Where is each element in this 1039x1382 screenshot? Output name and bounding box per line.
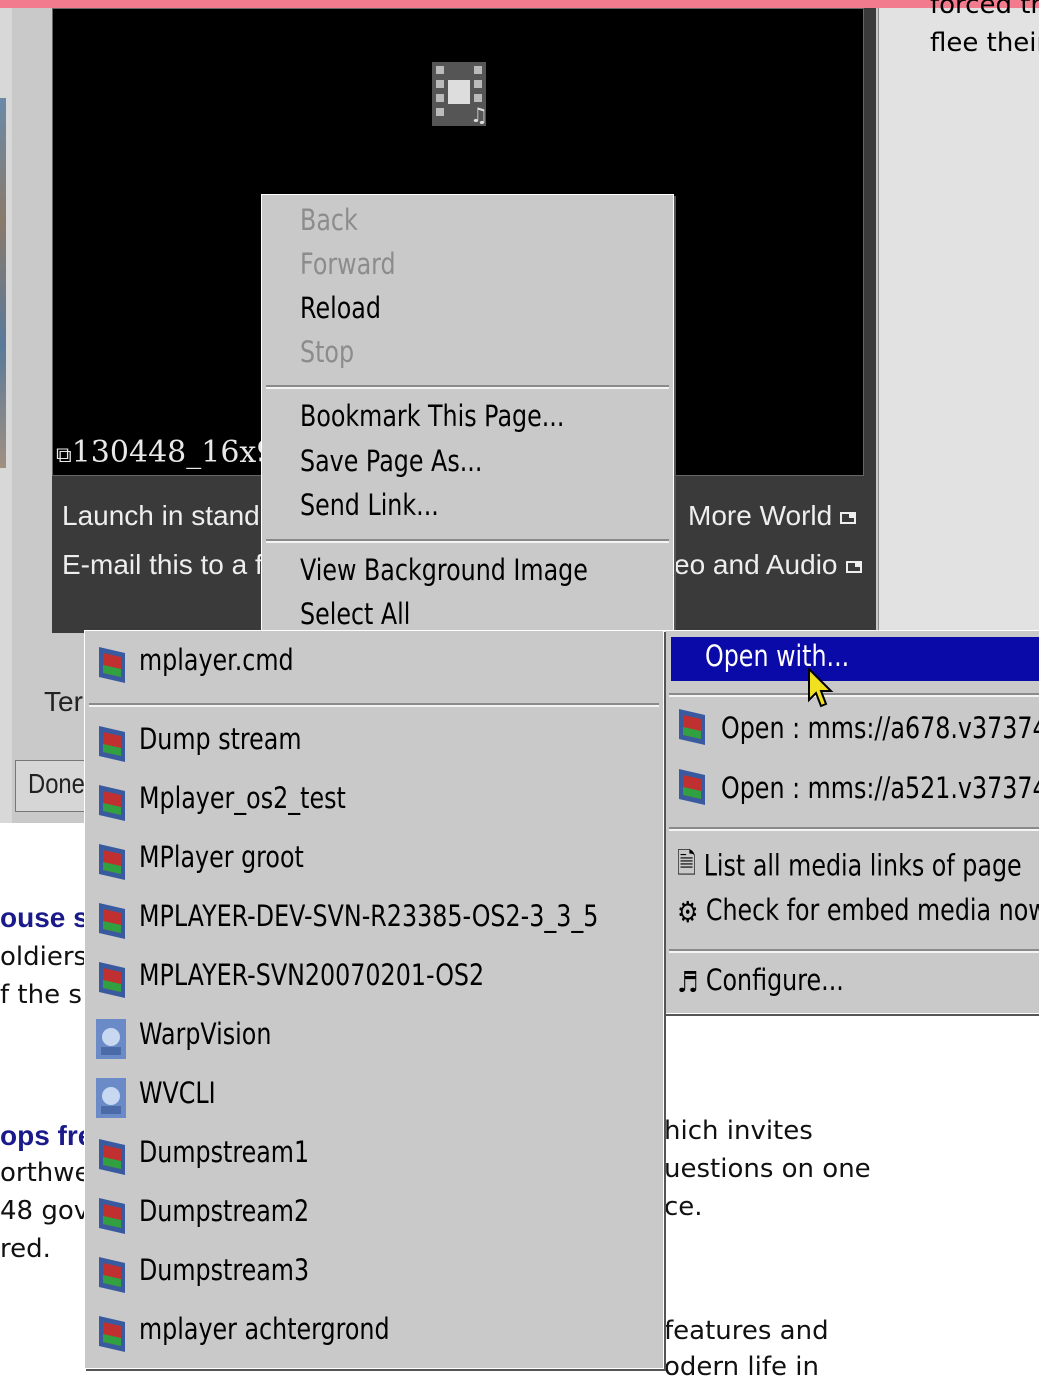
body-text-r2: uestions on one xyxy=(664,1154,871,1184)
email-link[interactable]: E-mail this to a f xyxy=(62,549,263,581)
body-text-r5: odern life in xyxy=(664,1352,819,1382)
body-text-r3: ce. xyxy=(664,1192,703,1222)
body-text-2c: red. xyxy=(0,1234,51,1264)
headline-1[interactable]: ouse s xyxy=(0,902,89,934)
configure-icon: ♬ xyxy=(677,965,699,999)
body-text-r4: features and xyxy=(664,1316,829,1346)
ter-text: Ter xyxy=(44,686,83,717)
menu-open-stream-2[interactable]: Open : mms://a521.v37374 xyxy=(721,771,1039,805)
mplayer-icon xyxy=(99,844,125,880)
menu-forward[interactable]: Forward xyxy=(300,247,606,281)
body-text-r1: hich invites xyxy=(664,1116,813,1146)
right-text-line1: forced th xyxy=(930,0,1039,20)
right-text-line2: flee their xyxy=(930,28,1039,58)
more-world-link[interactable]: More World xyxy=(688,500,857,532)
external-window-icon xyxy=(845,560,862,573)
menu-save-page[interactable]: Save Page As... xyxy=(300,444,606,478)
mplayer-icon xyxy=(99,1139,125,1175)
menu-separator xyxy=(669,827,1039,831)
app-menu-item[interactable]: mplayer achtergrond xyxy=(139,1312,569,1346)
mouse-cursor-icon xyxy=(808,668,834,708)
menu-reload[interactable]: Reload xyxy=(300,291,606,325)
headline-2[interactable]: ops fre xyxy=(0,1120,93,1152)
mplayer-icon xyxy=(99,1198,125,1234)
right-column-background xyxy=(878,8,1039,633)
app-menu-item[interactable]: WVCLI xyxy=(139,1076,569,1110)
menu-open-with[interactable]: Open with... xyxy=(705,639,982,673)
warpvision-icon xyxy=(96,1019,126,1059)
menu-select-all[interactable]: Select All xyxy=(300,597,606,631)
app-menu-item[interactable]: Dump stream xyxy=(139,722,569,756)
mplayer-icon xyxy=(99,1257,125,1293)
mplayer-icon xyxy=(99,726,125,762)
left-strip xyxy=(0,8,12,823)
menu-stop[interactable]: Stop xyxy=(300,335,606,369)
menu-bookmark[interactable]: Bookmark This Page... xyxy=(300,399,606,433)
status-done-text: Done xyxy=(28,768,85,799)
menu-separator xyxy=(669,949,1039,953)
top-accent-bar xyxy=(0,0,1039,8)
external-window-icon xyxy=(840,511,857,524)
mplayer-icon xyxy=(99,962,125,998)
window-link-icon: ⧉ xyxy=(56,443,72,468)
mplayer-icon xyxy=(99,1316,125,1352)
menu-view-background[interactable]: View Background Image xyxy=(300,553,606,587)
app-menu-item[interactable]: Dumpstream1 xyxy=(139,1135,569,1169)
context-menu: Back Forward Reload Stop Bookmark This P… xyxy=(261,194,674,644)
menu-list-links[interactable]: 🗎 List all media links of page xyxy=(677,843,1022,892)
mplayer-icon xyxy=(679,769,705,805)
video-caption: ⧉130448_16x9 xyxy=(56,435,276,470)
app-menu-item[interactable]: Dumpstream3 xyxy=(139,1253,569,1287)
menu-send-link[interactable]: Send Link... xyxy=(300,488,606,522)
svg-text:♫: ♫ xyxy=(470,103,486,126)
app-menu-item[interactable]: MPLAYER-DEV-SVN-R23385-OS2-3_3_5 xyxy=(139,899,598,933)
apps-menu: mplayer.cmd Dump stream Mplayer_os2_test MP… xyxy=(84,630,664,1369)
video-audio-link[interactable]: eo and Audio xyxy=(674,549,862,581)
app-menu-item[interactable]: MPlayer groot xyxy=(139,840,569,874)
mplayer-icon xyxy=(99,647,125,683)
app-menu-item[interactable]: MPLAYER-SVN20070201-OS2 xyxy=(139,958,569,992)
menu-open-stream-1[interactable]: Open : mms://a678.v37374 xyxy=(721,711,1039,745)
menu-configure[interactable]: ♬ Configure... xyxy=(677,963,977,999)
mplayer-icon xyxy=(99,903,125,939)
menu-back[interactable]: Back xyxy=(300,203,606,237)
warpvision-icon xyxy=(96,1078,126,1118)
film-music-icon: ♫ xyxy=(432,62,486,126)
app-menu-item[interactable]: Dumpstream2 xyxy=(139,1194,569,1228)
menu-separator xyxy=(669,693,1039,697)
app-menu-item[interactable]: mplayer.cmd xyxy=(139,643,569,677)
body-text-1b: f the s xyxy=(0,980,82,1010)
document-icon: 🗎 xyxy=(677,846,697,880)
body-text-2b: 48 gov xyxy=(0,1196,90,1226)
mplayer-icon xyxy=(679,709,705,745)
menu-separator xyxy=(89,703,659,707)
mplayer-icon xyxy=(99,785,125,821)
menu-check-embed[interactable]: ⚙ Check for embed media now xyxy=(677,893,1039,929)
menu-separator xyxy=(266,539,669,543)
plugin-menu: Open with... Open : mms://a678.v37374 Op… xyxy=(664,630,1039,1014)
check-media-icon: ⚙ xyxy=(677,895,699,929)
app-menu-item[interactable]: WarpVision xyxy=(139,1017,569,1051)
app-menu-item[interactable]: Mplayer_os2_test xyxy=(139,781,569,815)
launch-standalone-link[interactable]: Launch in stand xyxy=(62,500,260,532)
menu-separator xyxy=(266,385,669,389)
